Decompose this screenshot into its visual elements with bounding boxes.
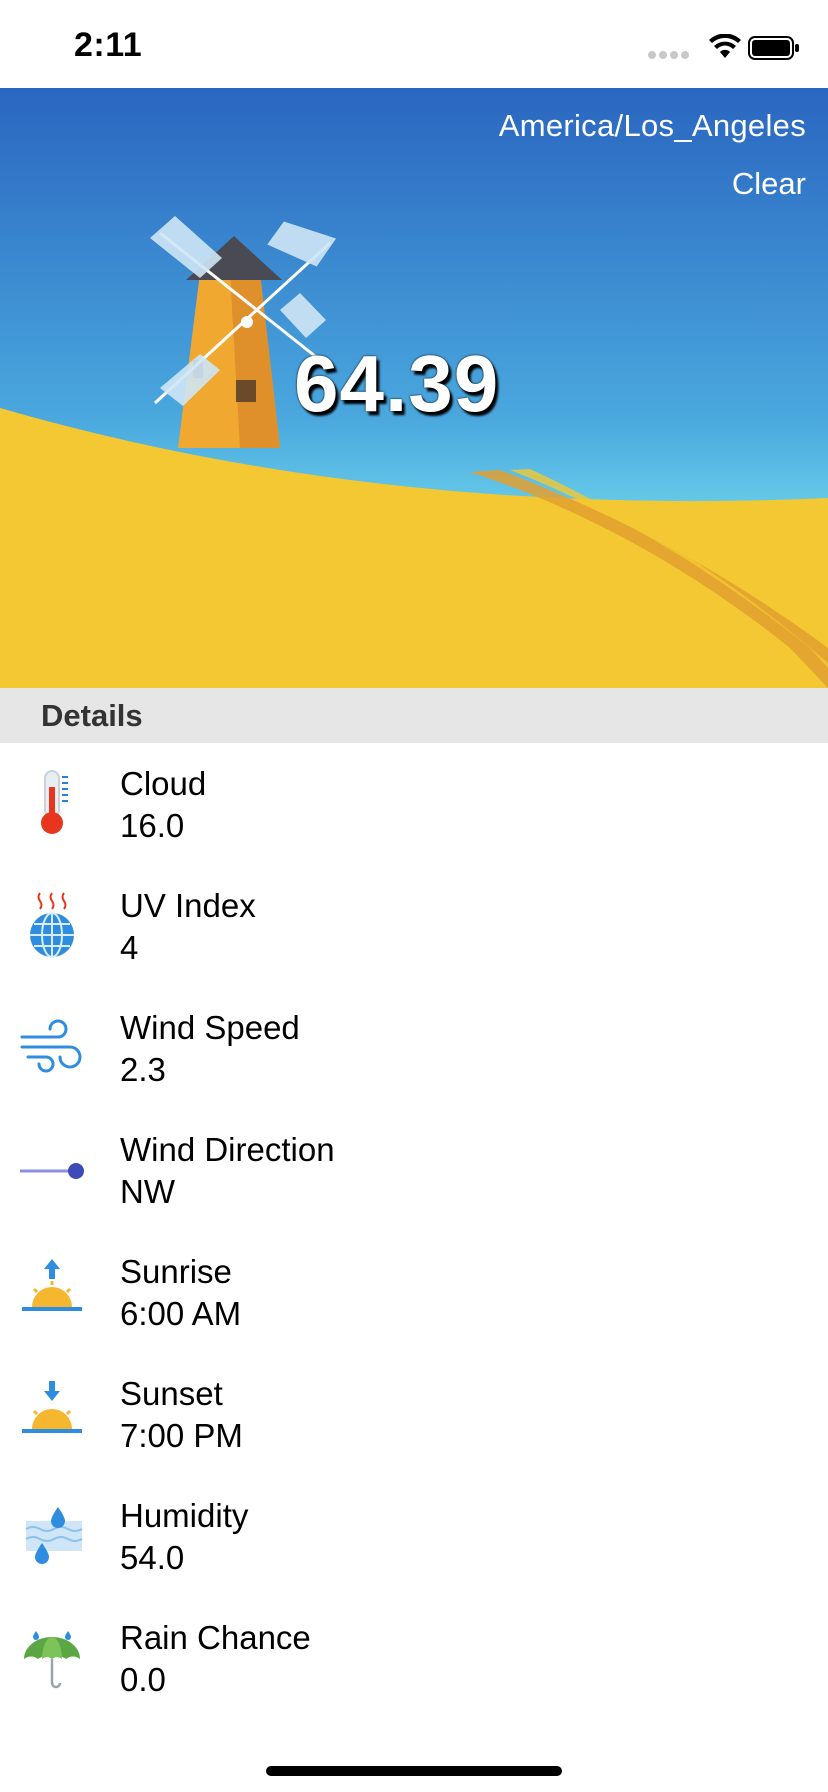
timezone-label: America/Los_Angeles [498, 108, 806, 143]
umbrella-icon [24, 1631, 80, 1689]
wind-icon [20, 1019, 82, 1073]
detail-row-humidity[interactable]: Humidity 54.0 [0, 1475, 828, 1597]
detail-value: 7:00 PM [120, 1417, 243, 1454]
detail-value: NW [120, 1173, 175, 1210]
detail-label: Wind Speed [120, 1009, 300, 1046]
status-bar: 2:11 [0, 0, 828, 88]
weather-condition: Clear [731, 166, 806, 201]
detail-label: UV Index [120, 887, 256, 924]
cellular-signal-icon [648, 46, 692, 64]
globe-heat-icon [30, 892, 74, 958]
detail-row-rain-chance[interactable]: Rain Chance 0.0 [0, 1597, 828, 1719]
detail-label: Rain Chance [120, 1619, 311, 1656]
detail-row-cloud[interactable]: Cloud 16.0 [0, 743, 828, 865]
detail-row-wind-direction[interactable]: Wind Direction NW [0, 1109, 828, 1231]
detail-label: Cloud [120, 765, 207, 802]
thermometer-icon [41, 770, 68, 834]
sunset-icon [22, 1381, 82, 1433]
details-section-title: Details [41, 698, 143, 733]
detail-row-uv-index[interactable]: UV Index 4 [0, 865, 828, 987]
humidity-icon [25, 1507, 83, 1564]
detail-label: Sunset [120, 1375, 223, 1412]
detail-row-sunset[interactable]: Sunset 7:00 PM [0, 1353, 828, 1475]
weather-hero: America/Los_Angeles Clear 64.39 [0, 88, 828, 688]
wifi-icon [709, 34, 741, 58]
details-list: Cloud 16.0 UV Index 4 Wind Speed 2.3 Win… [0, 743, 828, 1719]
detail-value: 54.0 [120, 1539, 185, 1576]
home-indicator[interactable] [266, 1766, 562, 1776]
detail-value: 0.0 [120, 1661, 166, 1698]
sunrise-icon [22, 1259, 82, 1311]
status-time: 2:11 [74, 26, 143, 64]
temperature-value: 64.39 [294, 339, 500, 428]
detail-value: 2.3 [120, 1051, 166, 1088]
detail-value: 16.0 [120, 807, 185, 844]
detail-row-sunrise[interactable]: Sunrise 6:00 AM [0, 1231, 828, 1353]
battery-icon [748, 36, 799, 60]
detail-label: Humidity [120, 1497, 249, 1534]
detail-value: 6:00 AM [120, 1295, 242, 1332]
detail-label: Wind Direction [120, 1131, 335, 1168]
details-section-header: Details [0, 688, 828, 743]
detail-value: 4 [120, 929, 139, 966]
detail-label: Sunrise [120, 1253, 232, 1290]
detail-row-wind-speed[interactable]: Wind Speed 2.3 [0, 987, 828, 1109]
wind-direction-icon [20, 1163, 84, 1179]
